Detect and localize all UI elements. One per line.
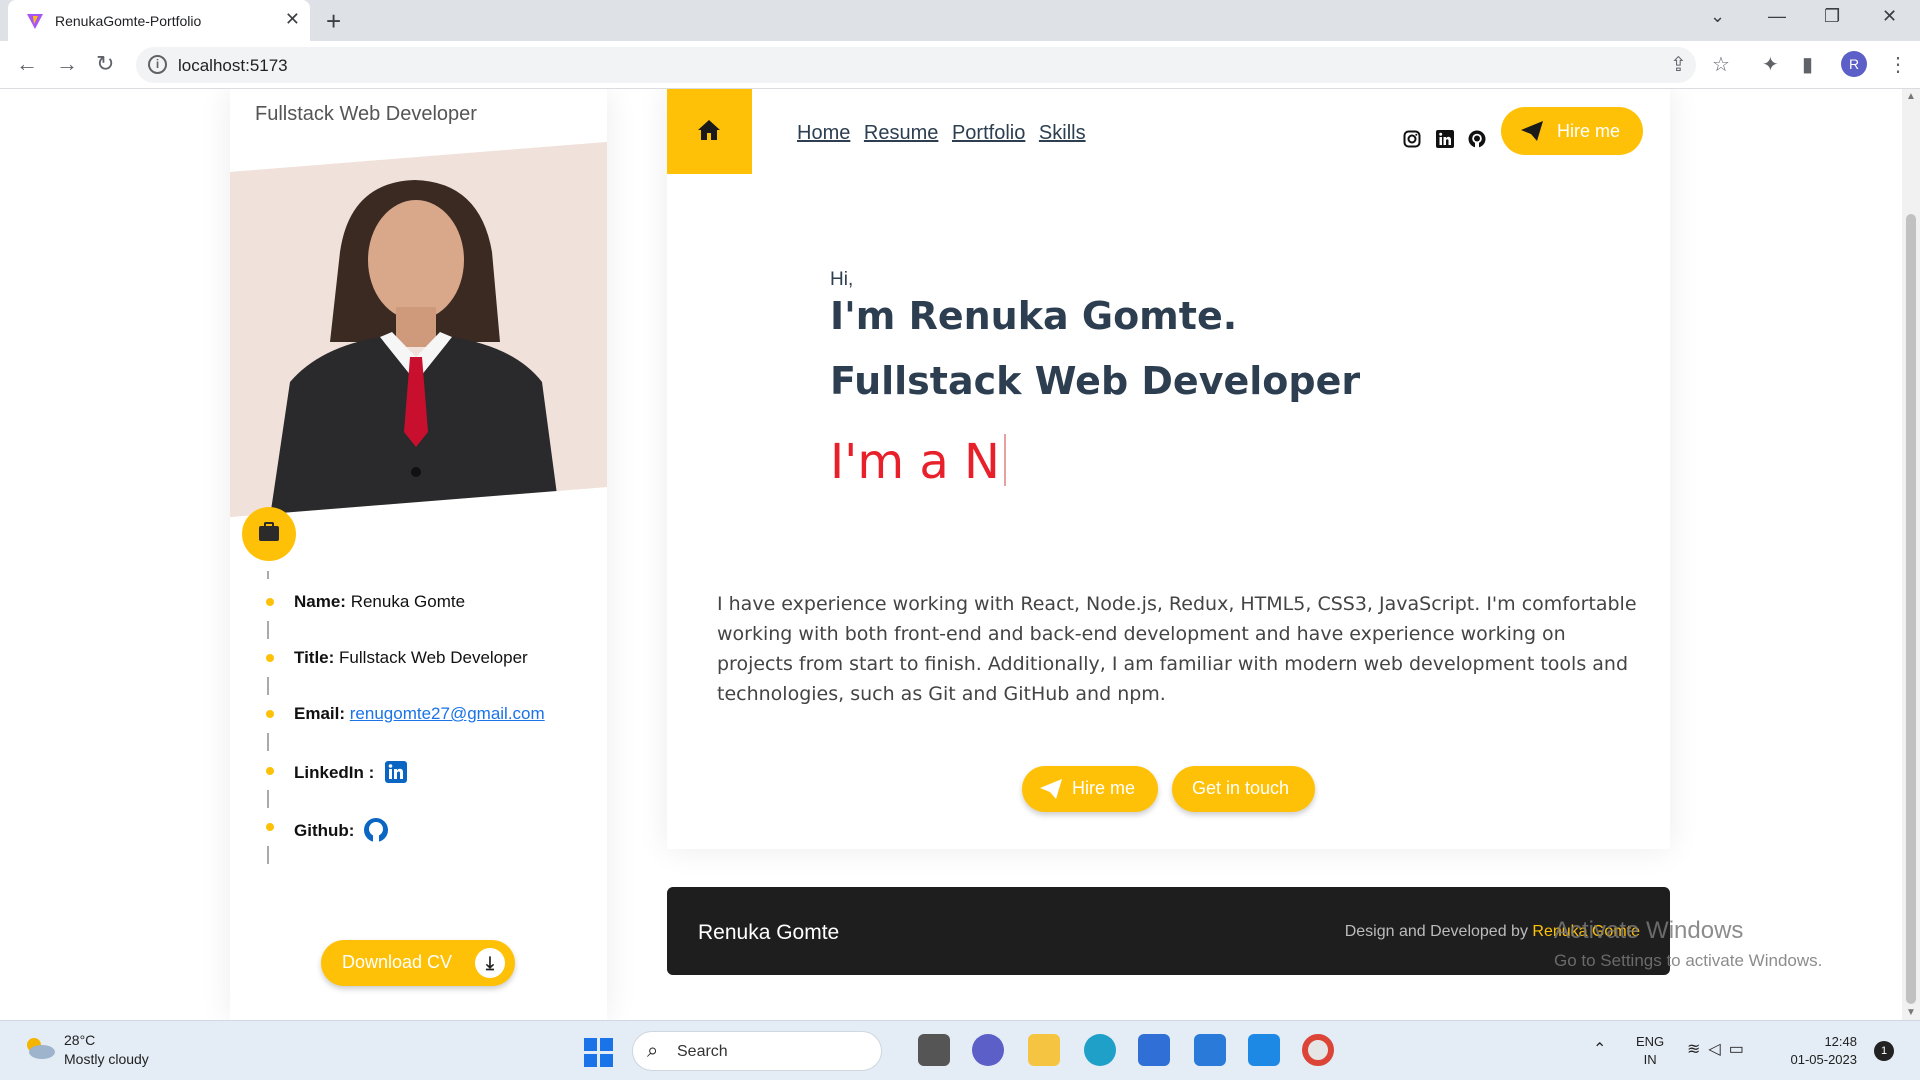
send-icon [1521,121,1543,141]
hire-me-nav-button[interactable]: Hire me [1501,107,1643,155]
store-icon[interactable] [1138,1034,1170,1066]
github-icon[interactable] [363,817,389,843]
weather-temp[interactable]: 28°C [64,1032,95,1048]
bookmark-star-icon[interactable]: ☆ [1712,52,1730,77]
activate-windows-watermark: Activate Windows Go to Settings to activ… [1554,917,1823,970]
chrome-icon[interactable] [1302,1034,1334,1066]
tab-title: RenukaGomte-Portfolio [55,13,202,29]
github-nav-icon[interactable] [1468,130,1486,148]
taskbar: 28°C Mostly cloudy ⌕ Search ⌃ ENG IN ≋◁▭… [0,1020,1920,1080]
scroll-thumb[interactable] [1906,214,1916,1004]
menu-dots-icon[interactable]: ⋮ [1888,52,1908,77]
vite-logo-icon [27,14,43,29]
home-icon [698,120,720,140]
home-button[interactable] [667,89,752,174]
reload-icon[interactable]: ↻ [96,51,114,77]
page-viewport: Fullstack Web Developer Name: Renuka Gom… [0,89,1920,1020]
sidebar-role: Fullstack Web Developer [255,103,477,125]
clock[interactable]: 12:48 01-05-2023 [1785,1033,1858,1069]
footer-name: Renuka Gomte [698,921,840,944]
scroll-down-icon[interactable]: ▼ [1906,1007,1916,1018]
download-icon: ⤓ [475,948,505,978]
forward-icon[interactable]: → [56,51,78,77]
email-link[interactable]: renugomte27@gmail.com [350,704,545,723]
windows-start-icon[interactable] [584,1038,614,1068]
mail-icon[interactable] [1194,1034,1226,1066]
teams-chat-icon[interactable] [972,1034,1004,1066]
greeting: Hi, [830,269,854,290]
vscode-icon[interactable] [1248,1034,1280,1066]
extensions-icon[interactable]: ✦ [1762,52,1779,77]
hire-me-button[interactable]: Hire me [1022,766,1158,812]
restore-icon[interactable]: ❐ [1824,6,1840,27]
get-in-touch-button[interactable]: Get in touch [1172,766,1315,812]
side-panel-icon[interactable]: ▮ [1802,52,1813,77]
briefcase-button[interactable] [242,507,296,561]
file-explorer-icon[interactable] [1028,1034,1060,1066]
omnibox[interactable]: i localhost:5173 [136,47,1696,83]
typing-cursor [1003,434,1006,486]
tab-search-icon[interactable]: ⌄ [1710,6,1725,27]
about-text: I have experience working with React, No… [717,593,1637,705]
wifi-volume-battery-icon[interactable]: ≋◁▭ [1687,1039,1752,1059]
typing-text: I'm a N [830,434,1006,490]
browser-tab[interactable]: RenukaGomte-Portfolio ✕ [8,0,310,41]
search-icon: ⌕ [647,1040,659,1062]
cloudy-weather-icon[interactable] [22,1036,56,1060]
linkedin-icon[interactable] [385,761,408,783]
weather-desc[interactable]: Mostly cloudy [64,1051,149,1067]
address-bar: ← → ↻ i localhost:5173 ⇪ ☆ ✦ ▮ R ⋮ [0,41,1920,89]
minimize-icon[interactable]: — [1768,6,1786,27]
back-icon[interactable]: ← [16,51,38,77]
profile-photo [230,142,607,517]
nav-portfolio[interactable]: Portfolio [952,122,1025,144]
url-text[interactable]: localhost:5173 [178,56,288,76]
main-card: Home Resume Portfolio Skills Hire me Hi,… [667,89,1670,849]
nav-resume[interactable]: Resume [864,122,938,144]
language-indicator[interactable]: ENG IN [1636,1033,1664,1069]
nav-skills[interactable]: Skills [1039,122,1086,144]
profile-avatar[interactable]: R [1841,51,1867,77]
scroll-up-icon[interactable]: ▲ [1906,91,1916,102]
send-icon [1040,779,1062,799]
footer: Renuka Gomte Design and Developed by Ren… [667,887,1670,975]
page-scrollbar[interactable]: ▲ ▼ [1902,89,1920,1020]
nav-home[interactable]: Home [797,122,850,144]
close-tab-icon[interactable]: ✕ [285,9,300,30]
hero-name: I'm Renuka Gomte. [830,294,1238,338]
nav-links: Home Resume Portfolio Skills [797,122,1094,145]
site-info-icon[interactable]: i [148,55,167,74]
new-tab-icon[interactable]: + [326,6,341,37]
linkedin-nav-icon[interactable] [1436,130,1454,148]
download-cv-button[interactable]: Download CV ⤓ [321,940,515,986]
task-view-icon[interactable] [918,1034,950,1066]
notification-badge[interactable]: 1 [1874,1041,1894,1061]
profile-card: Fullstack Web Developer Name: Renuka Gom… [230,89,607,1020]
taskbar-search[interactable]: ⌕ Search [632,1031,882,1071]
instagram-icon[interactable] [1403,130,1421,148]
close-window-icon[interactable]: ✕ [1882,6,1897,27]
show-hidden-icons-icon[interactable]: ⌃ [1593,1039,1606,1059]
edge-icon[interactable] [1084,1034,1116,1066]
share-icon[interactable]: ⇪ [1670,52,1687,77]
hero-title: Fullstack Web Developer [830,359,1361,403]
tab-strip: RenukaGomte-Portfolio ✕ + ⌄ — ❐ ✕ [0,0,1920,41]
